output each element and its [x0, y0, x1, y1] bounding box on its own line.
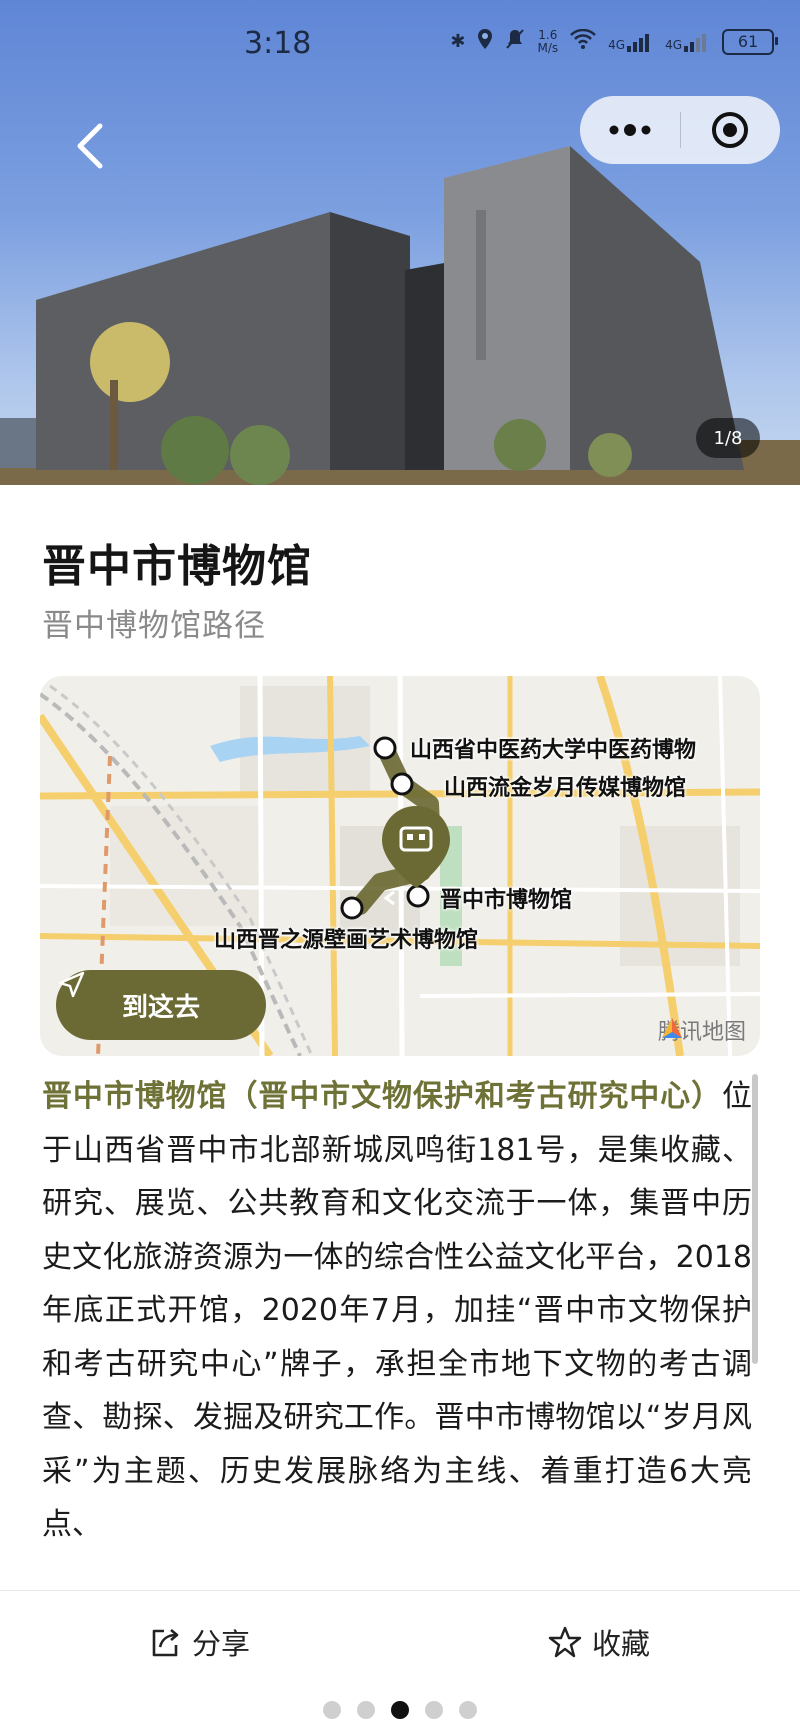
page-indicator	[0, 1701, 800, 1719]
more-dots-icon	[609, 124, 651, 136]
map-node-current	[406, 884, 430, 908]
page-dot[interactable]	[357, 1701, 375, 1719]
star-icon	[548, 1626, 582, 1658]
page-dot[interactable]	[323, 1701, 341, 1719]
page-dot[interactable]	[425, 1701, 443, 1719]
description-highlight: 晋中市博物馆（晋中市文物保护和考古研究中心）	[42, 1079, 722, 1114]
target-icon	[712, 112, 748, 148]
map-node-poi-2	[390, 772, 414, 796]
map-label-current[interactable]: 晋中市博物馆	[440, 882, 572, 914]
tencent-map-logo-icon	[661, 1018, 682, 1038]
net-speed: 1.6 M/s	[537, 27, 559, 55]
image-counter: 1/8	[696, 418, 760, 458]
bluetooth-icon: ✱	[450, 31, 466, 52]
chevron-left-icon	[77, 123, 103, 169]
page-title: 晋中市博物馆	[42, 541, 312, 592]
navigate-label: 到这去	[121, 992, 200, 1023]
signal-icon-2: 4G	[665, 32, 710, 52]
battery-indicator: 61	[722, 28, 778, 55]
share-icon	[152, 1629, 179, 1657]
favorite-button[interactable]: 收藏	[548, 1621, 650, 1663]
description-body: 位于山西省晋中市北部新城凤鸣街181号，是集收藏、研究、展览、公共教育和文化交流…	[42, 1079, 752, 1542]
map-node-poi-3	[340, 896, 364, 920]
map-node-poi-1	[373, 736, 397, 760]
map-label-poi-3[interactable]: 山西晋之源壁画艺术博物馆	[214, 922, 478, 954]
map-label-poi-2[interactable]: 山西流金岁月传媒博物馆	[444, 770, 686, 802]
bottom-action-bar: 分享 收藏	[0, 1590, 800, 1733]
navigate-button[interactable]: 到这去	[56, 970, 266, 1040]
map-provider: 腾讯地图	[658, 1014, 746, 1046]
signal-icon-1: 4G	[608, 32, 653, 52]
route-map[interactable]: 山西省中医药大学中医药博物 山西流金岁月传媒博物馆 晋中市博物馆 山西晋之源壁画…	[40, 676, 760, 1056]
hero-image[interactable]: 3:18 ✱ 1.6 M/s 4G 4G 61 1/8	[0, 0, 800, 485]
page-dot[interactable]	[459, 1701, 477, 1719]
navigation-arrow-icon	[58, 971, 85, 998]
location-icon	[477, 28, 493, 55]
status-bar: 3:18 ✱ 1.6 M/s 4G 4G 61	[0, 0, 800, 88]
status-icons: ✱ 1.6 M/s 4G 4G 61	[450, 27, 778, 55]
description-text: 晋中市博物馆（晋中市文物保护和考古研究中心）位于山西省晋中市北部新城凤鸣街181…	[42, 1070, 752, 1550]
wifi-icon	[570, 28, 597, 54]
back-button[interactable]	[70, 118, 110, 174]
description-scrollbar[interactable]	[752, 1074, 758, 1364]
more-button[interactable]	[580, 96, 680, 164]
mute-icon	[505, 28, 525, 55]
status-time: 3:18	[244, 26, 312, 61]
miniprogram-capsule	[580, 96, 780, 164]
close-miniprogram-button[interactable]	[681, 96, 779, 164]
map-label-poi-1[interactable]: 山西省中医药大学中医药博物	[410, 732, 696, 764]
description-container[interactable]: 晋中市博物馆（晋中市文物保护和考古研究中心）位于山西省晋中市北部新城凤鸣街181…	[42, 1070, 752, 1550]
share-button[interactable]: 分享	[148, 1621, 250, 1663]
page-subtitle: 晋中博物馆路径	[42, 608, 266, 644]
share-label: 分享	[192, 1627, 251, 1661]
page-dot-active[interactable]	[391, 1701, 409, 1719]
favorite-label: 收藏	[592, 1627, 651, 1661]
